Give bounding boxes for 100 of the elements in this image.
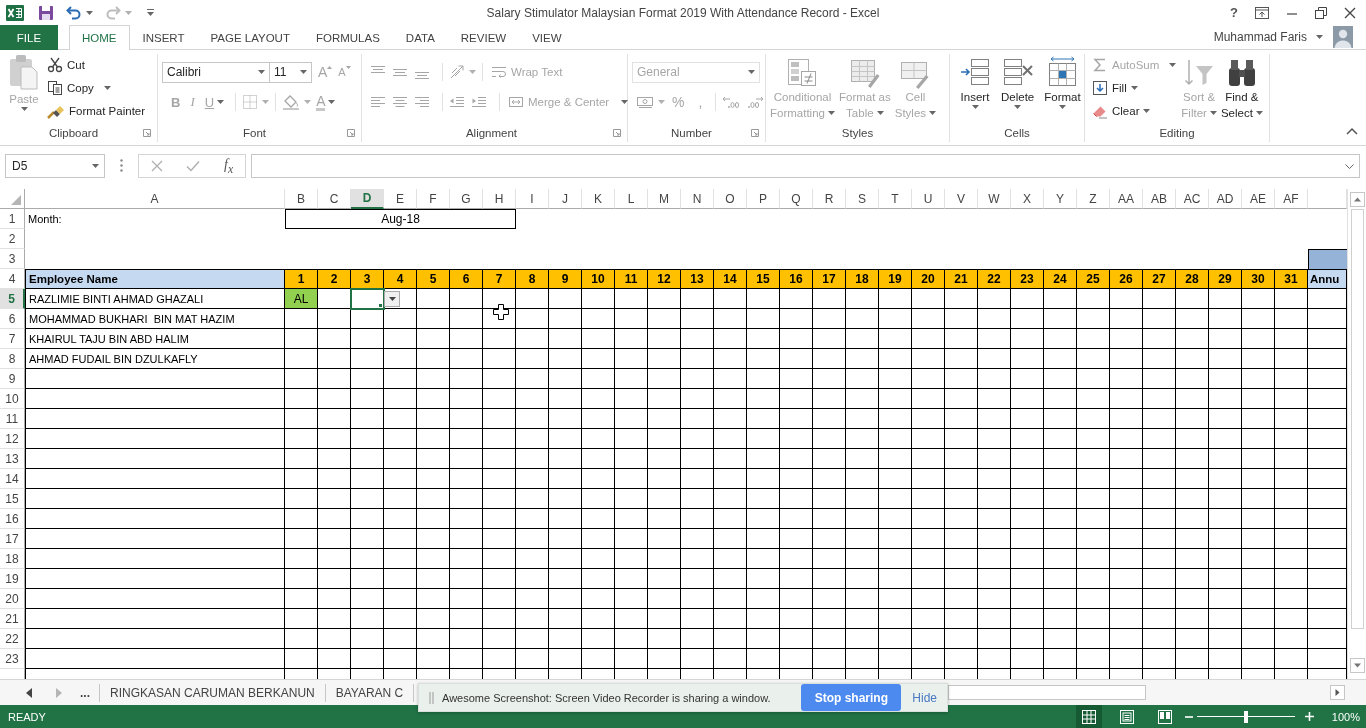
insert-function-button[interactable]: f$_{x}$ <box>224 156 234 176</box>
cut-button[interactable]: Cut <box>44 53 149 76</box>
column-header[interactable]: F <box>417 189 450 209</box>
account-button[interactable]: Muhammad Faris <box>1213 25 1323 49</box>
row-header[interactable]: 10 <box>0 389 25 409</box>
name-box[interactable]: D5 <box>5 154 105 178</box>
sheet-tab[interactable]: RINGKASAN CARUMAN BERKANUN <box>100 683 326 702</box>
column-header[interactable]: A <box>25 189 285 209</box>
active-cell[interactable] <box>351 289 384 309</box>
help-button[interactable]: ? <box>1230 5 1238 20</box>
row-header[interactable]: 5 <box>0 289 25 309</box>
column-header[interactable]: J <box>549 189 582 209</box>
row-header[interactable]: 11 <box>0 409 25 429</box>
column-header[interactable]: AA <box>1110 189 1143 209</box>
row-header[interactable]: 12 <box>0 429 25 449</box>
fill-button[interactable]: Fill <box>1089 76 1180 99</box>
fill-handle[interactable] <box>378 303 383 308</box>
align-center-icon[interactable] <box>392 94 408 110</box>
row-header[interactable]: 15 <box>0 489 25 509</box>
redo-icon[interactable] <box>105 5 121 20</box>
collapse-ribbon-icon[interactable] <box>1346 127 1358 135</box>
caret-icon[interactable] <box>1345 163 1354 169</box>
column-header[interactable]: X <box>1011 189 1044 209</box>
column-header[interactable]: N <box>681 189 714 209</box>
increase-decimal-icon[interactable] <box>722 95 741 109</box>
more-icon[interactable] <box>120 159 123 172</box>
column-header[interactable]: T <box>879 189 912 209</box>
align-right-icon[interactable] <box>414 94 430 110</box>
undo-icon[interactable] <box>66 5 82 20</box>
select-all-icon[interactable] <box>11 195 21 205</box>
row-header[interactable]: 13 <box>0 449 25 469</box>
column-header[interactable]: G <box>450 189 483 209</box>
customize-toolbar-icon[interactable] <box>146 8 155 17</box>
previous-sheet-icon[interactable] <box>26 687 32 698</box>
fill-color-icon[interactable] <box>282 94 301 110</box>
insert-button[interactable]: Insert <box>954 54 996 124</box>
zoom-in-icon[interactable] <box>1304 712 1314 721</box>
ribbon-tab[interactable]: DATA <box>392 25 448 50</box>
row-header[interactable]: 3 <box>0 249 25 269</box>
column-header[interactable]: M <box>648 189 681 209</box>
row-header[interactable]: 19 <box>0 569 25 589</box>
column-header[interactable]: AE <box>1242 189 1275 209</box>
ribbon-display-options-icon[interactable] <box>1255 6 1269 19</box>
align-left-icon[interactable] <box>370 94 386 110</box>
slider-thumb[interactable] <box>1243 710 1248 723</box>
hide-link[interactable]: Hide <box>912 690 937 705</box>
column-header[interactable]: D <box>351 189 384 209</box>
ribbon-tab[interactable]: VIEW <box>519 25 575 50</box>
dialog-launcher-icon[interactable] <box>613 129 621 137</box>
font-size-field[interactable]: 11 <box>269 61 312 83</box>
column-header[interactable]: Y <box>1044 189 1077 209</box>
column-header[interactable]: I <box>516 189 549 209</box>
ribbon-tab[interactable]: REVIEW <box>447 25 520 50</box>
row-header[interactable]: 6 <box>0 309 25 329</box>
next-sheet-icon[interactable] <box>56 687 62 698</box>
column-header[interactable]: S <box>846 189 879 209</box>
column-header[interactable]: K <box>582 189 615 209</box>
ribbon-tab[interactable]: PAGE LAYOUT <box>197 25 303 50</box>
ribbon-tab[interactable]: HOME <box>69 25 130 50</box>
find-select-button[interactable]: Find & Select <box>1218 54 1265 124</box>
more-sheets-button[interactable]: ... <box>80 683 100 702</box>
cancel-icon[interactable] <box>150 160 163 172</box>
ribbon-tab[interactable]: INSERT <box>129 25 198 50</box>
dialog-launcher-icon[interactable] <box>143 129 151 137</box>
copy-button[interactable]: Copy <box>44 76 149 99</box>
column-header[interactable]: U <box>912 189 945 209</box>
decrease-decimal-icon[interactable] <box>746 95 765 109</box>
delete-button[interactable]: Delete <box>996 54 1040 124</box>
row-header[interactable]: 14 <box>0 469 25 489</box>
sheet-tab[interactable]: BAYARAN C <box>325 683 415 702</box>
column-header[interactable]: P <box>747 189 780 209</box>
decrease-indent-icon[interactable] <box>449 94 465 110</box>
dialog-launcher-icon[interactable] <box>347 129 355 137</box>
increase-indent-icon[interactable] <box>471 94 487 110</box>
row-header[interactable]: 23 <box>0 649 25 669</box>
row-header[interactable]: 7 <box>0 329 25 349</box>
formula-input[interactable] <box>251 154 1360 178</box>
column-header[interactable]: L <box>615 189 648 209</box>
caret-icon[interactable] <box>86 10 93 15</box>
row-header[interactable]: 1 <box>0 209 25 229</box>
column-header[interactable]: R <box>813 189 846 209</box>
row-header[interactable]: 17 <box>0 529 25 549</box>
row-header[interactable]: 20 <box>0 589 25 609</box>
row-header[interactable]: 8 <box>0 349 25 369</box>
column-header[interactable]: B <box>285 189 318 209</box>
column-header[interactable]: Z <box>1077 189 1110 209</box>
clear-button[interactable]: Clear <box>1089 99 1180 122</box>
banknote-icon[interactable] <box>636 95 654 109</box>
column-header[interactable]: E <box>384 189 417 209</box>
dialog-launcher-icon[interactable] <box>751 129 759 137</box>
column-header[interactable]: O <box>714 189 747 209</box>
column-header[interactable]: AC <box>1176 189 1209 209</box>
row-header[interactable]: 21 <box>0 609 25 629</box>
scrollbar-thumb[interactable] <box>1350 209 1364 629</box>
avatar-icon[interactable] <box>1333 26 1353 48</box>
font-name-field[interactable]: Calibri <box>162 61 270 83</box>
column-header[interactable]: Q <box>780 189 813 209</box>
scrollbar-thumb[interactable] <box>948 685 1146 700</box>
zoom-level[interactable]: 100% <box>1331 710 1360 723</box>
dropdown-button[interactable] <box>384 290 400 307</box>
